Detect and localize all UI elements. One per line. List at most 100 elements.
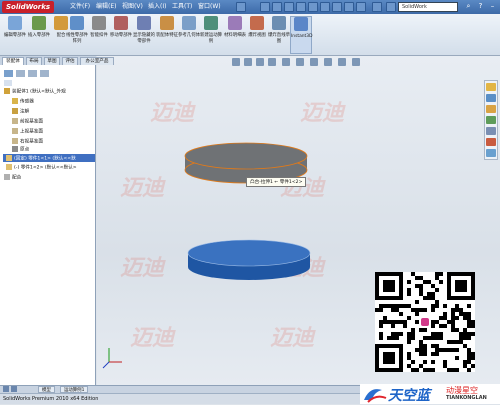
ribbon-tool-label: Instant3D	[291, 34, 313, 39]
tree-item-label: 上视基准面	[20, 129, 43, 135]
resources-icon[interactable]	[386, 2, 396, 12]
tree-item[interactable]: 配合	[4, 174, 21, 182]
dimxpert-icon[interactable]	[40, 70, 49, 77]
ribbon-tool-button[interactable]: 爆炸直线草图	[268, 16, 290, 54]
ribbon-tool-icon	[182, 16, 196, 30]
print-icon[interactable]	[296, 2, 306, 12]
tab-scroll-left-icon[interactable]	[3, 386, 9, 392]
ribbon-tool-label: 爆炸直线草图	[268, 33, 290, 44]
ribbon-tool-button[interactable]: 智能扣件	[88, 16, 110, 54]
search-input[interactable]: SolidWork	[398, 2, 458, 12]
ribbon-tool-button[interactable]: 新建运动算例	[200, 16, 222, 54]
tab-evaluate[interactable]: 评估	[62, 57, 78, 65]
property-manager-icon[interactable]	[16, 70, 25, 77]
ribbon-tool-label: 配合	[56, 33, 66, 38]
ribbon-tool-button[interactable]: 显示隐藏的零部件	[133, 16, 155, 54]
ribbon-tool-label: 材料明细表	[224, 33, 246, 38]
tab-scroll-right-icon[interactable]	[11, 386, 17, 392]
ribbon-tool-label: 新建运动算例	[200, 33, 222, 44]
tree-item-icon	[12, 118, 18, 124]
configuration-manager-icon[interactable]	[28, 70, 37, 77]
ribbon-tool-icon	[32, 16, 46, 30]
menu-tools[interactable]: 工具(T)	[172, 2, 192, 12]
tree-item-label: 传感器	[20, 99, 34, 105]
ribbon-tool-button[interactable]: 爆炸视图	[246, 16, 268, 54]
tree-item[interactable]: 装配体1 (默认<默认_外观	[4, 88, 66, 96]
tab-assembly[interactable]: 装配体	[2, 57, 24, 65]
help-dropdown-icon[interactable]: ?	[476, 2, 485, 11]
tree-item[interactable]: 原点	[12, 146, 29, 154]
tree-item[interactable]: 上视基准面	[12, 128, 43, 136]
tab-layout[interactable]: 布局	[26, 57, 42, 65]
tree-item-icon	[12, 108, 18, 114]
menu-window[interactable]: 窗口(W)	[198, 2, 221, 12]
options-icon[interactable]	[356, 2, 366, 12]
help-icon[interactable]	[236, 2, 246, 12]
ribbon-tool-icon	[137, 16, 151, 30]
ribbon-tool-label: 线性零部件阵列	[66, 33, 88, 44]
tree-item[interactable]: 前视基准面	[12, 118, 43, 126]
menu-edit[interactable]: 编辑(E)	[96, 2, 116, 12]
new-document-icon[interactable]	[260, 2, 270, 12]
ribbon-tool-button[interactable]: 编辑零部件	[4, 16, 26, 54]
rebuild-icon[interactable]	[332, 2, 342, 12]
ribbon-tool-label: 编辑零部件	[4, 33, 26, 38]
ribbon-tool-button[interactable]: Instant3D	[290, 16, 312, 54]
ribbon-tool-label: 移动零部件	[110, 33, 132, 38]
tab-motion-study[interactable]: 运动算例1	[60, 386, 89, 393]
ribbon-tool-icon	[272, 16, 286, 30]
ribbon-tool-label: 参考几何体	[178, 33, 200, 38]
filter-icon[interactable]	[4, 80, 12, 86]
ribbon-tool-button[interactable]: 材料明细表	[224, 16, 246, 54]
brand-english: TIANKONGLAN	[446, 395, 487, 401]
tab-office-products[interactable]: 办公室产品	[80, 57, 114, 65]
ribbon-tool-button[interactable]: 移动零部件	[110, 16, 132, 54]
tree-item-label: 前视基准面	[20, 119, 43, 125]
brand-logo-icon	[364, 389, 387, 403]
gear-icon[interactable]	[372, 2, 382, 12]
tree-item[interactable]: 注解	[12, 108, 29, 116]
feature-manager-icon[interactable]	[4, 70, 13, 77]
ribbon-tool-icon	[160, 16, 174, 30]
ribbon-tool-button[interactable]: 线性零部件阵列	[66, 16, 88, 54]
minimize-icon[interactable]: –	[488, 2, 497, 11]
ribbon-tool-icon	[204, 16, 218, 30]
tab-model[interactable]: 模型	[38, 386, 55, 393]
triad-icon	[102, 348, 122, 369]
search-icon[interactable]: ⌕	[464, 2, 473, 11]
tree-item-label: (固定) 零件1<1> (默认<<默	[14, 156, 76, 162]
ribbon-tool-label: 爆炸视图	[248, 33, 266, 38]
select-icon[interactable]	[320, 2, 330, 12]
tree-item-label: 注解	[20, 109, 30, 115]
open-icon[interactable]	[272, 2, 282, 12]
ribbon-tool-icon	[228, 16, 242, 30]
tree-item-icon	[12, 138, 18, 144]
tree-item[interactable]: (-) 零件1<2> (默认<<默认>	[6, 164, 77, 172]
save-icon[interactable]	[284, 2, 294, 12]
brand-watermark: 天空蓝 动漫星空 TIANKONGLAN	[360, 384, 500, 404]
part-2-cylinder[interactable]	[187, 239, 311, 280]
qr-code	[375, 272, 475, 372]
ribbon-tool-button[interactable]: 参考几何体	[178, 16, 200, 54]
tree-item[interactable]: 传感器	[12, 98, 34, 106]
ribbon-tool-label: 智能扣件	[90, 33, 108, 38]
file-properties-icon[interactable]	[344, 2, 354, 12]
tree-item[interactable]: (固定) 零件1<1> (默认<<默	[6, 155, 76, 163]
ribbon-tool-icon	[8, 16, 22, 30]
tree-item-icon	[6, 164, 12, 170]
ribbon-tool-icon	[294, 17, 308, 31]
tab-sketch[interactable]: 草图	[44, 57, 60, 65]
ribbon-tool-button[interactable]: 插入零部件	[28, 16, 50, 54]
solidworks-logo[interactable]: SolidWorks	[2, 1, 54, 13]
tree-item-icon	[12, 146, 18, 152]
tree-item[interactable]: 右视基准面	[12, 138, 43, 146]
menu-insert[interactable]: 插入(I)	[148, 2, 166, 12]
ribbon-tool-label: 显示隐藏的零部件	[133, 33, 155, 44]
menu-view[interactable]: 视图(V)	[122, 2, 143, 12]
menu-file[interactable]: 文件(F)	[70, 2, 90, 12]
tree-item-icon	[6, 155, 12, 161]
ribbon-tool-button[interactable]: 装配体特征	[156, 16, 178, 54]
selection-tooltip: 凸台-拉伸1 ← 零件1<2>	[246, 177, 307, 187]
undo-icon[interactable]	[308, 2, 318, 12]
tree-item-icon	[4, 88, 10, 94]
